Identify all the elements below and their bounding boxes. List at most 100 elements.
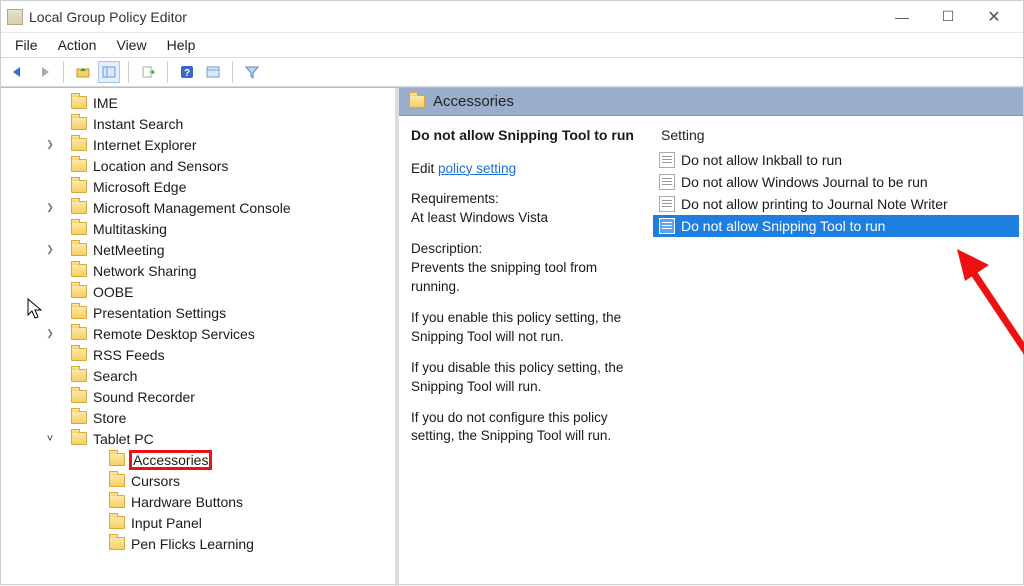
expander-closed-icon[interactable]: ❯ xyxy=(43,328,57,339)
edit-policy-link[interactable]: policy setting xyxy=(438,161,516,176)
settings-list-pane: Setting Do not allow Inkball to run Do no… xyxy=(649,116,1023,586)
folder-icon xyxy=(71,348,87,361)
expander-closed-icon[interactable]: ❯ xyxy=(43,139,57,150)
up-folder-button[interactable] xyxy=(72,61,94,83)
tree-item-microsoft-management-console[interactable]: ❯Microsoft Management Console xyxy=(1,197,395,218)
tree-item-label: Hardware Buttons xyxy=(131,494,243,510)
tree-item-netmeeting[interactable]: ❯ NetMeeting xyxy=(1,239,395,260)
show-hide-tree-button[interactable] xyxy=(98,61,120,83)
setting-label: Do not allow Inkball to run xyxy=(681,152,842,168)
tree-item-location-and-sensors[interactable]: Location and Sensors xyxy=(1,155,395,176)
folder-icon xyxy=(109,453,125,466)
tree-item-search[interactable]: Search xyxy=(1,365,395,386)
breadcrumb: Accessories xyxy=(399,88,1023,116)
tree-item-label: OOBE xyxy=(93,284,133,300)
tree-item-label: IME xyxy=(93,95,118,111)
content-split: IME Instant Search ❯ Internet Explorer Locat… xyxy=(1,87,1023,586)
properties-button[interactable] xyxy=(202,61,224,83)
help-button[interactable]: ? xyxy=(176,61,198,83)
tree-item-label: Microsoft Edge xyxy=(93,179,186,195)
description-text-3: If you disable this policy setting, the … xyxy=(411,359,637,397)
tree-item-label: Presentation Settings xyxy=(93,305,226,321)
back-button[interactable] xyxy=(7,61,29,83)
minimize-button[interactable]: — xyxy=(879,1,925,33)
folder-icon xyxy=(71,180,87,193)
tree-item-rss-feeds[interactable]: RSS Feeds xyxy=(1,344,395,365)
setting-row[interactable]: Do not allow Snipping Tool to run xyxy=(653,215,1019,237)
tree-item-input-panel[interactable]: Input Panel xyxy=(1,512,395,533)
tree-item-label: Store xyxy=(93,410,126,426)
folder-icon xyxy=(409,95,425,108)
description-text-1: Prevents the snipping tool from running. xyxy=(411,260,597,294)
tree-item-cursors[interactable]: Cursors xyxy=(1,470,395,491)
menu-action[interactable]: Action xyxy=(48,35,107,55)
export-button[interactable] xyxy=(137,61,159,83)
titlebar: Local Group Policy Editor — ☐ ✕ xyxy=(1,1,1023,33)
forward-button[interactable] xyxy=(33,61,55,83)
setting-label: Do not allow Windows Journal to be run xyxy=(681,174,928,190)
tree-item-pen-flicks-learning[interactable]: Pen Flicks Learning xyxy=(1,533,395,554)
folder-icon xyxy=(71,327,87,340)
expander-closed-icon[interactable]: ❯ xyxy=(43,202,57,213)
folder-icon xyxy=(109,537,125,550)
expander-open-icon[interactable]: ˅ xyxy=(43,433,57,445)
tree-item-label: Sound Recorder xyxy=(93,389,195,405)
tree-item-label: NetMeeting xyxy=(93,242,165,258)
folder-icon xyxy=(71,96,87,109)
detail-heading: Do not allow Snipping Tool to run xyxy=(411,126,637,146)
folder-icon xyxy=(71,201,87,214)
toolbar: ? xyxy=(1,57,1023,87)
tree-item-instant-search[interactable]: Instant Search xyxy=(1,113,395,134)
tree-item-tablet-pc[interactable]: ˅ Tablet PC xyxy=(1,428,395,449)
tree-item-label: Tablet PC xyxy=(93,431,154,447)
tree-item-internet-explorer[interactable]: ❯ Internet Explorer xyxy=(1,134,395,155)
tree-pane[interactable]: IME Instant Search ❯ Internet Explorer Locat… xyxy=(1,88,399,586)
folder-icon xyxy=(71,432,87,445)
policy-icon xyxy=(659,152,675,168)
folder-icon xyxy=(71,306,87,319)
tree-item-label: Accessories xyxy=(131,452,210,468)
tree-item-multitasking[interactable]: Multitasking xyxy=(1,218,395,239)
folder-icon xyxy=(71,159,87,172)
menubar: File Action View Help xyxy=(1,33,1023,57)
setting-row[interactable]: Do not allow Windows Journal to be run xyxy=(653,171,1019,193)
tree-item-microsoft-edge[interactable]: Microsoft Edge xyxy=(1,176,395,197)
close-button[interactable]: ✕ xyxy=(971,1,1017,33)
setting-row[interactable]: Do not allow printing to Journal Note Wr… xyxy=(653,193,1019,215)
tree-item-presentation-settings[interactable]: Presentation Settings xyxy=(1,302,395,323)
tree-item-accessories[interactable]: Accessories xyxy=(1,449,395,470)
tree-item-label: Multitasking xyxy=(93,221,167,237)
requirements-label: Requirements: xyxy=(411,191,499,206)
tree-item-label: Remote Desktop Services xyxy=(93,326,255,342)
setting-row[interactable]: Do not allow Inkball to run xyxy=(653,149,1019,171)
breadcrumb-label: Accessories xyxy=(433,93,514,110)
maximize-button[interactable]: ☐ xyxy=(925,1,971,33)
folder-icon xyxy=(109,474,125,487)
menu-view[interactable]: View xyxy=(106,35,156,55)
tree-item-label: Input Panel xyxy=(131,515,202,531)
folder-icon xyxy=(71,390,87,403)
app-icon xyxy=(7,9,23,25)
tree-item-label: RSS Feeds xyxy=(93,347,165,363)
tree-item-sound-recorder[interactable]: Sound Recorder xyxy=(1,386,395,407)
settings-column-header[interactable]: Setting xyxy=(653,124,1019,149)
tree-item-oobe[interactable]: OOBE xyxy=(1,281,395,302)
tree-item-store[interactable]: Store xyxy=(1,407,395,428)
folder-icon xyxy=(71,264,87,277)
menu-file[interactable]: File xyxy=(5,35,48,55)
tree-item-hardware-buttons[interactable]: Hardware Buttons xyxy=(1,491,395,512)
folder-icon xyxy=(71,222,87,235)
menu-help[interactable]: Help xyxy=(157,35,206,55)
edit-prefix: Edit xyxy=(411,161,434,176)
tree-item-ime[interactable]: IME xyxy=(1,92,395,113)
filter-button[interactable] xyxy=(241,61,263,83)
tree-item-label: Cursors xyxy=(131,473,180,489)
tree-item-remote-desktop-services[interactable]: ❯ Remote Desktop Services xyxy=(1,323,395,344)
policy-icon xyxy=(659,196,675,212)
tree-item-label: Internet Explorer xyxy=(93,137,197,153)
tree-item-label: Network Sharing xyxy=(93,263,197,279)
expander-closed-icon[interactable]: ❯ xyxy=(43,244,57,255)
tree-item-network-sharing[interactable]: Network Sharing xyxy=(1,260,395,281)
folder-icon xyxy=(109,516,125,529)
setting-label: Do not allow printing to Journal Note Wr… xyxy=(681,196,948,212)
